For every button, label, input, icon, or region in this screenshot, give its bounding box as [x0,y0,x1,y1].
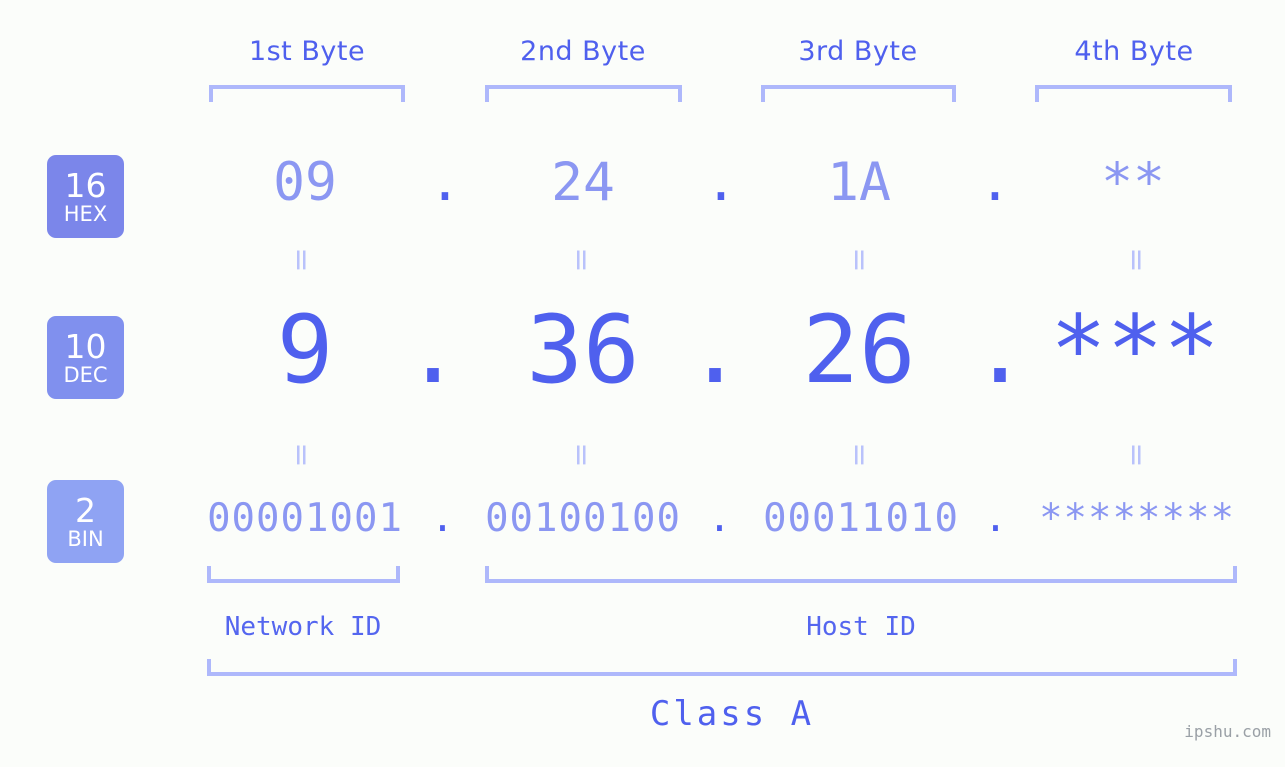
base-badge-hex-number: 16 [64,165,107,205]
base-badge-dec-number: 10 [64,326,107,366]
binary-separator-2: . [707,496,733,541]
base-badge-bin: 2 BIN [47,480,124,563]
equals-marker-dec-bin-1: = [284,442,319,468]
class-label: Class A [649,694,815,734]
ip-address-breakdown-diagram: 1st Byte 2nd Byte 3rd Byte 4th Byte 16 H… [0,0,1285,767]
equals-marker-dec-bin-2: = [564,442,599,468]
equals-marker-hex-dec-2: = [564,247,599,273]
hex-separator-3: . [979,152,1011,213]
binary-octet-4: ******** [1039,496,1235,541]
binary-octet-1: 00001001 [207,496,403,541]
byte-header-2: 2nd Byte [520,36,646,67]
base-badge-dec-name: DEC [63,362,108,387]
base-badge-dec: 10 DEC [47,316,124,399]
decimal-separator-2: . [686,296,744,405]
equals-marker-dec-bin-3: = [842,442,877,468]
hex-separator-2: . [705,152,737,213]
binary-octet-3: 00011010 [763,496,959,541]
hex-octet-1: 09 [273,152,337,213]
hex-separator-1: . [429,152,461,213]
base-badge-bin-name: BIN [67,526,104,551]
base-badge-hex-name: HEX [63,201,108,226]
byte-header-1: 1st Byte [248,36,366,67]
byte-header-4: 4th Byte [1074,36,1194,67]
class-bracket [207,659,1237,676]
byte-header-3: 3rd Byte [798,36,918,67]
equals-marker-hex-dec-3: = [842,247,877,273]
decimal-octet-3: 26 [802,296,916,405]
equals-marker-dec-bin-4: = [1119,442,1154,468]
byte-bracket-2 [485,85,682,102]
decimal-separator-1: . [404,296,462,405]
binary-separator-1: . [430,496,456,541]
hex-octet-2: 24 [551,152,615,213]
byte-bracket-4 [1035,85,1232,102]
host-id-label: Host ID [806,612,916,642]
equals-marker-hex-dec-1: = [284,247,319,273]
decimal-octet-4: *** [1050,296,1220,405]
host-id-bracket [485,566,1237,583]
binary-separator-3: . [983,496,1009,541]
network-id-label: Network ID [224,612,382,642]
base-badge-hex: 16 HEX [47,155,124,238]
decimal-octet-1: 9 [276,296,334,405]
hex-octet-3: 1A [827,152,891,213]
binary-octet-2: 00100100 [485,496,681,541]
hex-octet-4: ** [1101,152,1165,213]
site-watermark: ipshu.com [1184,722,1271,741]
byte-bracket-3 [761,85,956,102]
network-id-bracket [207,566,400,583]
decimal-octet-2: 36 [526,296,640,405]
base-badge-bin-number: 2 [75,490,96,530]
decimal-separator-3: . [971,296,1029,405]
byte-bracket-1 [209,85,405,102]
equals-marker-hex-dec-4: = [1119,247,1154,273]
